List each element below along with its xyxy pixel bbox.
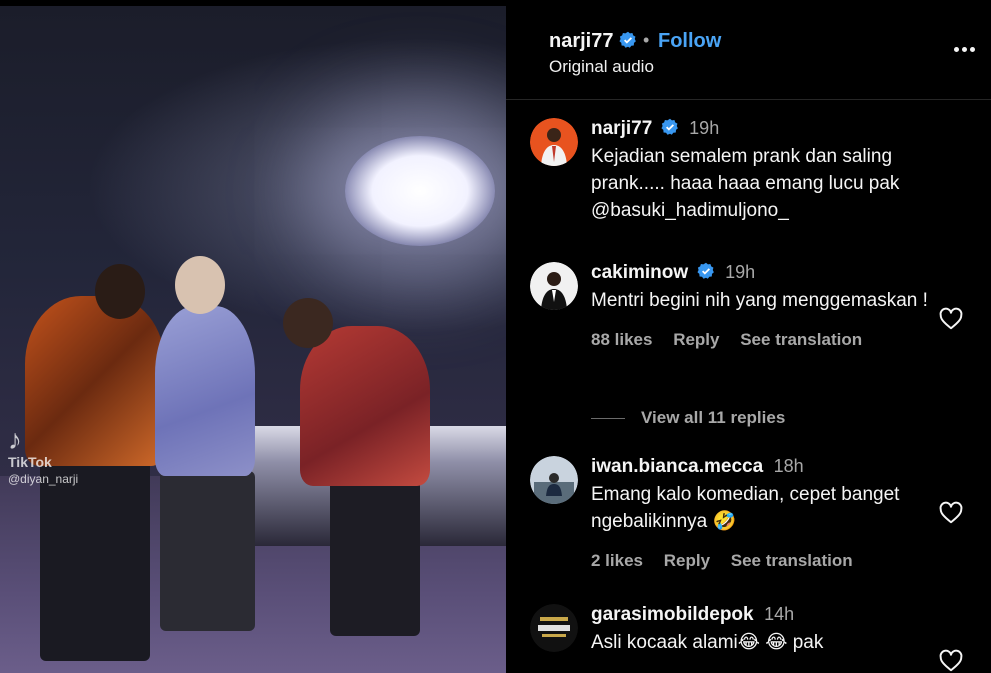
person-left-head	[95, 264, 145, 319]
comment-time: 18h	[773, 456, 804, 476]
comment-body: garasimobildepok 14h Asli kocaak alami😂 …	[591, 604, 951, 656]
person-right	[300, 326, 430, 486]
view-replies-button[interactable]: View all 11 replies	[591, 408, 785, 428]
person-middle	[155, 306, 255, 476]
likes-count[interactable]: 2 likes	[591, 551, 643, 570]
comment-text: Kejadian semalem prank dan saling prank.…	[591, 146, 900, 221]
see-translation-button[interactable]: See translation	[731, 551, 853, 570]
like-heart-icon[interactable]	[938, 648, 964, 673]
comment-username[interactable]: garasimobildepok	[591, 604, 754, 625]
audio-link[interactable]: Original audio	[549, 57, 654, 77]
tiktok-logo-icon: ♪	[8, 424, 22, 455]
follow-button[interactable]: Follow	[658, 30, 721, 53]
comments-panel: narji77 • Follow Original audio narji77	[506, 6, 991, 673]
comment-username[interactable]: cakiminow	[591, 262, 688, 283]
verified-badge-icon	[619, 31, 636, 48]
separator-dot: •	[643, 30, 650, 50]
avatar-cakiminow-icon	[530, 262, 578, 310]
person-left-legs	[40, 461, 150, 661]
reply-button[interactable]: Reply	[673, 330, 719, 349]
like-heart-icon[interactable]	[938, 500, 964, 526]
likes-count[interactable]: 88 likes	[591, 330, 652, 349]
avatar-garasi-icon	[530, 604, 578, 652]
video-player[interactable]: ♪ TikTok @diyan_narji	[0, 6, 506, 673]
comment-text: Asli kocaak alami😂 😂 pak	[591, 632, 824, 653]
avatar[interactable]	[530, 456, 578, 504]
comment-body: narji77 19h Kejadian semalem prank dan s…	[591, 118, 951, 224]
more-options-icon[interactable]	[954, 39, 978, 63]
watermark-brand: TikTok	[8, 454, 52, 470]
person-middle-head	[175, 256, 225, 314]
comment-username[interactable]: iwan.bianca.mecca	[591, 456, 763, 477]
like-heart-icon[interactable]	[938, 306, 964, 332]
avatar-narji-icon	[530, 118, 578, 166]
comment-username[interactable]: narji77	[591, 118, 652, 139]
header-username-text[interactable]: narji77	[549, 30, 613, 52]
watermark-user: @diyan_narji	[8, 472, 79, 486]
comment-time: 19h	[689, 118, 720, 138]
person-middle-legs	[160, 471, 255, 631]
comment-actions: 88 likes Reply See translation	[591, 330, 951, 350]
comment-time: 19h	[725, 262, 756, 282]
person-right-head	[283, 298, 333, 348]
comment-body: cakiminow 19h Mentri begini nih yang men…	[591, 262, 951, 350]
post-header: narji77 • Follow Original audio	[506, 6, 991, 100]
comment-actions: 2 likes Reply See translation	[591, 551, 951, 571]
reply-button[interactable]: Reply	[664, 551, 710, 570]
avatar-iwan-icon	[530, 456, 578, 504]
header-username[interactable]: narji77	[549, 30, 637, 53]
comment-text: Mentri begini nih yang menggemaskan !	[591, 290, 928, 311]
stage-light	[345, 136, 495, 246]
tiktok-watermark: ♪ TikTok @diyan_narji	[8, 424, 79, 487]
comment-time: 14h	[764, 604, 795, 624]
comment-text: Emang kalo komedian, cepet banget ngebal…	[591, 484, 900, 532]
comment-body: iwan.bianca.mecca 18h Emang kalo komedia…	[591, 456, 951, 571]
avatar[interactable]	[530, 118, 578, 166]
avatar[interactable]	[530, 604, 578, 652]
view-replies-label[interactable]: View all 11 replies	[641, 408, 785, 427]
verified-badge-icon	[697, 262, 714, 279]
see-translation-button[interactable]: See translation	[740, 330, 862, 349]
avatar[interactable]	[530, 262, 578, 310]
person-right-legs	[330, 476, 420, 636]
replies-divider	[591, 418, 625, 420]
verified-badge-icon	[661, 118, 678, 135]
